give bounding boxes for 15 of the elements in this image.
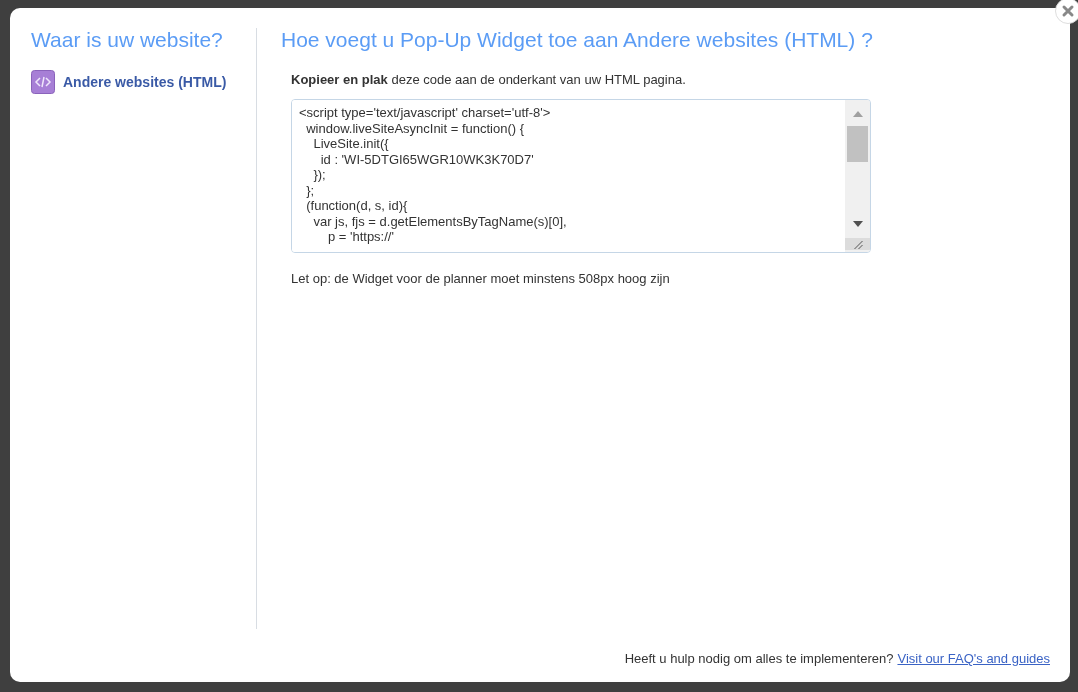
code-icon (31, 70, 55, 94)
sidebar-title: Waar is uw website? (31, 28, 224, 52)
note-text: Let op: de Widget voor de planner moet minstens 508px hoog zijn (291, 271, 671, 286)
instruction-text: Kopieer en plak deze code aan de onderkant van uw HTML pagina. (291, 72, 687, 87)
close-icon[interactable] (1055, 0, 1078, 24)
scroll-thumb[interactable] (847, 126, 868, 162)
code-field[interactable]: <script type='text/javascript' charset='utf-8'> window.liveSiteAsyncInit = function() { LiveSite.init({ id : 'WI-5DTGI65WGR10WK3K70D7' }); }; (function(d, s, id){ var js, fjs = d.getElementsByTagName(s)[0], p = 'https://' (291, 99, 871, 253)
resize-handle-icon[interactable] (845, 238, 870, 250)
scroll-up-icon[interactable] (851, 110, 864, 118)
help-text: Heeft u hulp nodig om alles te implementeren? (624, 651, 894, 666)
scroll-down-icon[interactable] (851, 220, 864, 228)
page-title: Hoe voegt u Pop-Up Widget toe aan Andere websites (HTML) ? (281, 28, 874, 52)
scrollbar[interactable] (845, 100, 870, 252)
faq-link[interactable]: Visit our FAQ's and guides (897, 651, 1050, 666)
platform-item[interactable]: Andere websites (HTML) (31, 70, 256, 94)
